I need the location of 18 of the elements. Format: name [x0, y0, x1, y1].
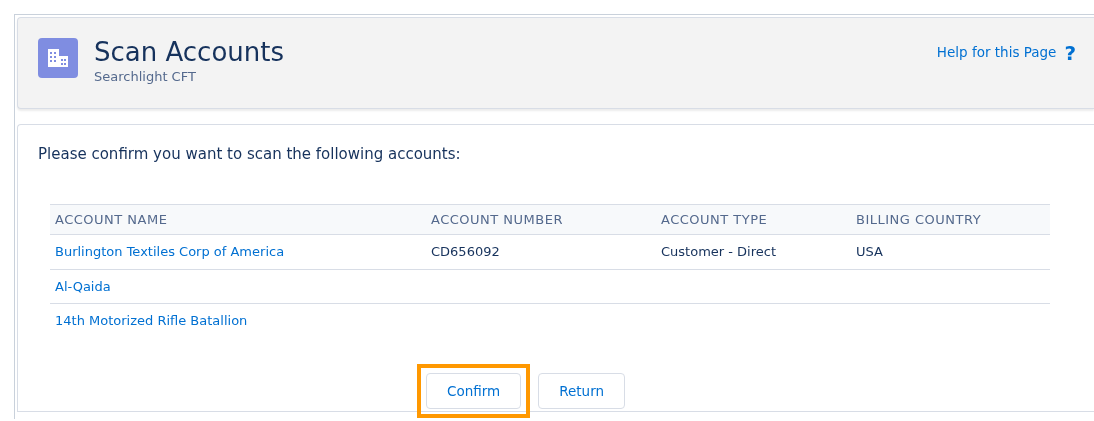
account-link[interactable]: 14th Motorized Rifle Batallion — [55, 313, 248, 328]
page-subtitle: Searchlight CFT — [94, 67, 197, 86]
confirm-button[interactable]: Confirm — [426, 372, 522, 409]
page-title: Scan Accounts — [94, 38, 284, 67]
account-link[interactable]: Al-Qaida — [55, 278, 111, 294]
help-link[interactable]: Help for this Page — [936, 42, 1057, 63]
account-link[interactable]: Burlington Textiles Corp of America — [55, 244, 285, 259]
column-header: ACCOUNT NAME — [50, 204, 426, 235]
buildings-icon — [38, 38, 78, 78]
column-header: ACCOUNT NUMBER — [426, 204, 656, 235]
table-cell: CD656092 — [431, 244, 500, 259]
table-cell: USA — [856, 244, 883, 259]
column-header: ACCOUNT TYPE — [656, 204, 851, 235]
return-button[interactable]: Return — [538, 372, 625, 409]
column-header: BILLING COUNTRY — [851, 204, 1050, 235]
table-cell: Customer - Direct — [661, 244, 777, 259]
confirmation-message: Please confirm you want to scan the following accounts: — [38, 144, 462, 165]
help-icon[interactable]: ? — [1064, 38, 1076, 68]
